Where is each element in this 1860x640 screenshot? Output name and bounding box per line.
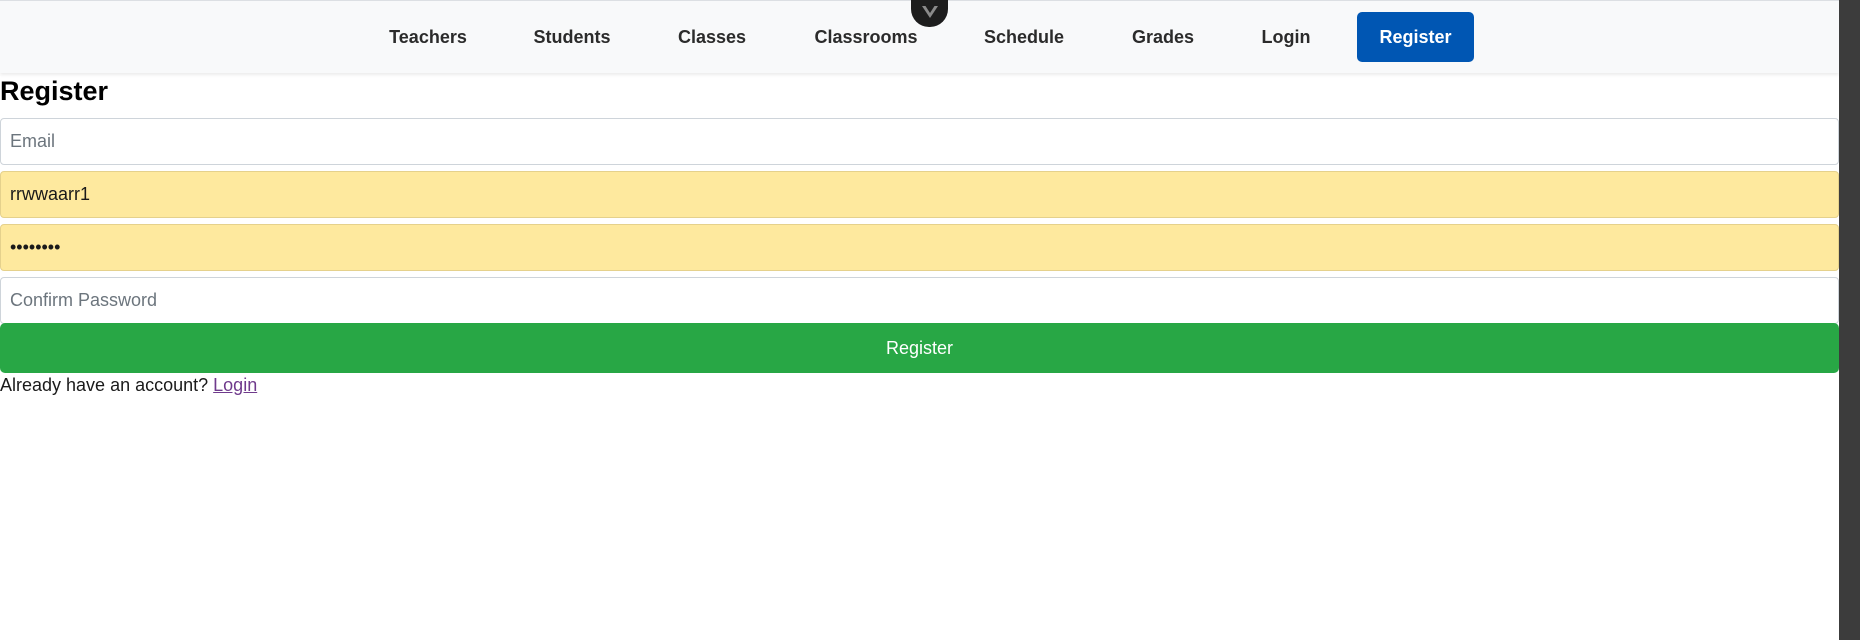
- page-viewport: Teachers Students Classes Classrooms Sch…: [0, 0, 1839, 640]
- vertical-scrollbar[interactable]: [1839, 0, 1860, 640]
- email-field[interactable]: [0, 118, 1839, 165]
- password-field[interactable]: [0, 224, 1839, 271]
- page-title: Register: [0, 76, 109, 106]
- nav-item-classes[interactable]: Classes: [660, 12, 764, 62]
- confirm-password-field[interactable]: [0, 277, 1839, 324]
- nav-item-schedule[interactable]: Schedule: [966, 12, 1082, 62]
- nav-item-grades[interactable]: Grades: [1115, 12, 1211, 62]
- nav-item-students[interactable]: Students: [512, 12, 632, 62]
- login-prompt-text: Already have an account?: [0, 375, 214, 395]
- login-link[interactable]: Login: [213, 375, 257, 395]
- login-prompt: Already have an account? Login: [0, 375, 257, 396]
- nav-item-classrooms[interactable]: Classrooms: [797, 12, 935, 62]
- register-submit-button[interactable]: Register: [0, 323, 1839, 373]
- nav-item-teachers[interactable]: Teachers: [370, 12, 486, 62]
- top-navbar: Teachers Students Classes Classrooms Sch…: [0, 0, 1839, 73]
- username-field[interactable]: [0, 171, 1839, 218]
- nav-item-login[interactable]: Login: [1246, 12, 1326, 62]
- nav-item-register[interactable]: Register: [1357, 12, 1474, 62]
